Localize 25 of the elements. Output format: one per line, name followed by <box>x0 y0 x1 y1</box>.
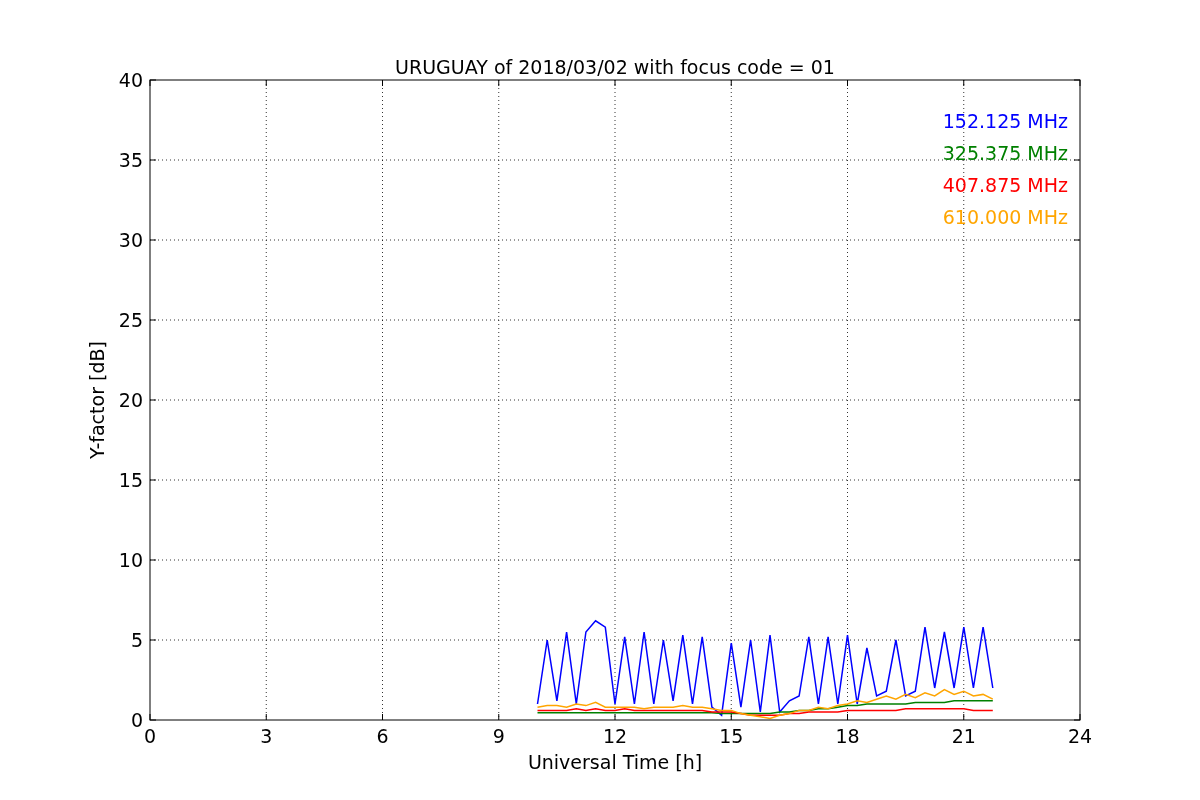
y-axis-label: Y-factor [dB] <box>86 341 108 459</box>
x-axis-label: Universal Time [h] <box>527 751 703 773</box>
legend-label: 152.125 MHz <box>942 110 1068 132</box>
tick-label: 9 <box>492 725 505 747</box>
tick-label: 30 <box>118 229 143 251</box>
tick-label: 10 <box>118 549 143 571</box>
tick-label: 21 <box>951 725 976 747</box>
tick-label: 12 <box>602 725 628 747</box>
tick-label: 15 <box>719 725 744 747</box>
tick-label: 25 <box>118 309 143 331</box>
tick-label: 40 <box>118 69 143 91</box>
tick-label: 5 <box>130 629 143 651</box>
tick-label: 20 <box>118 389 143 411</box>
tick-label: 35 <box>118 149 143 171</box>
tick-label: 0 <box>143 725 157 747</box>
tick-label: 3 <box>260 725 273 747</box>
legend-label: 407.875 MHz <box>942 174 1068 196</box>
legend-label: 610.000 MHz <box>942 206 1068 228</box>
legend-label: 325.375 MHz <box>942 142 1068 164</box>
tick-label: 15 <box>118 469 143 491</box>
tick-label: 24 <box>1067 725 1093 747</box>
tick-label: 18 <box>835 725 860 747</box>
chart-title: URUGUAY of 2018/03/02 with focus code = 01 <box>395 56 835 78</box>
tick-label: 6 <box>376 725 389 747</box>
tick-label: 0 <box>130 709 143 731</box>
